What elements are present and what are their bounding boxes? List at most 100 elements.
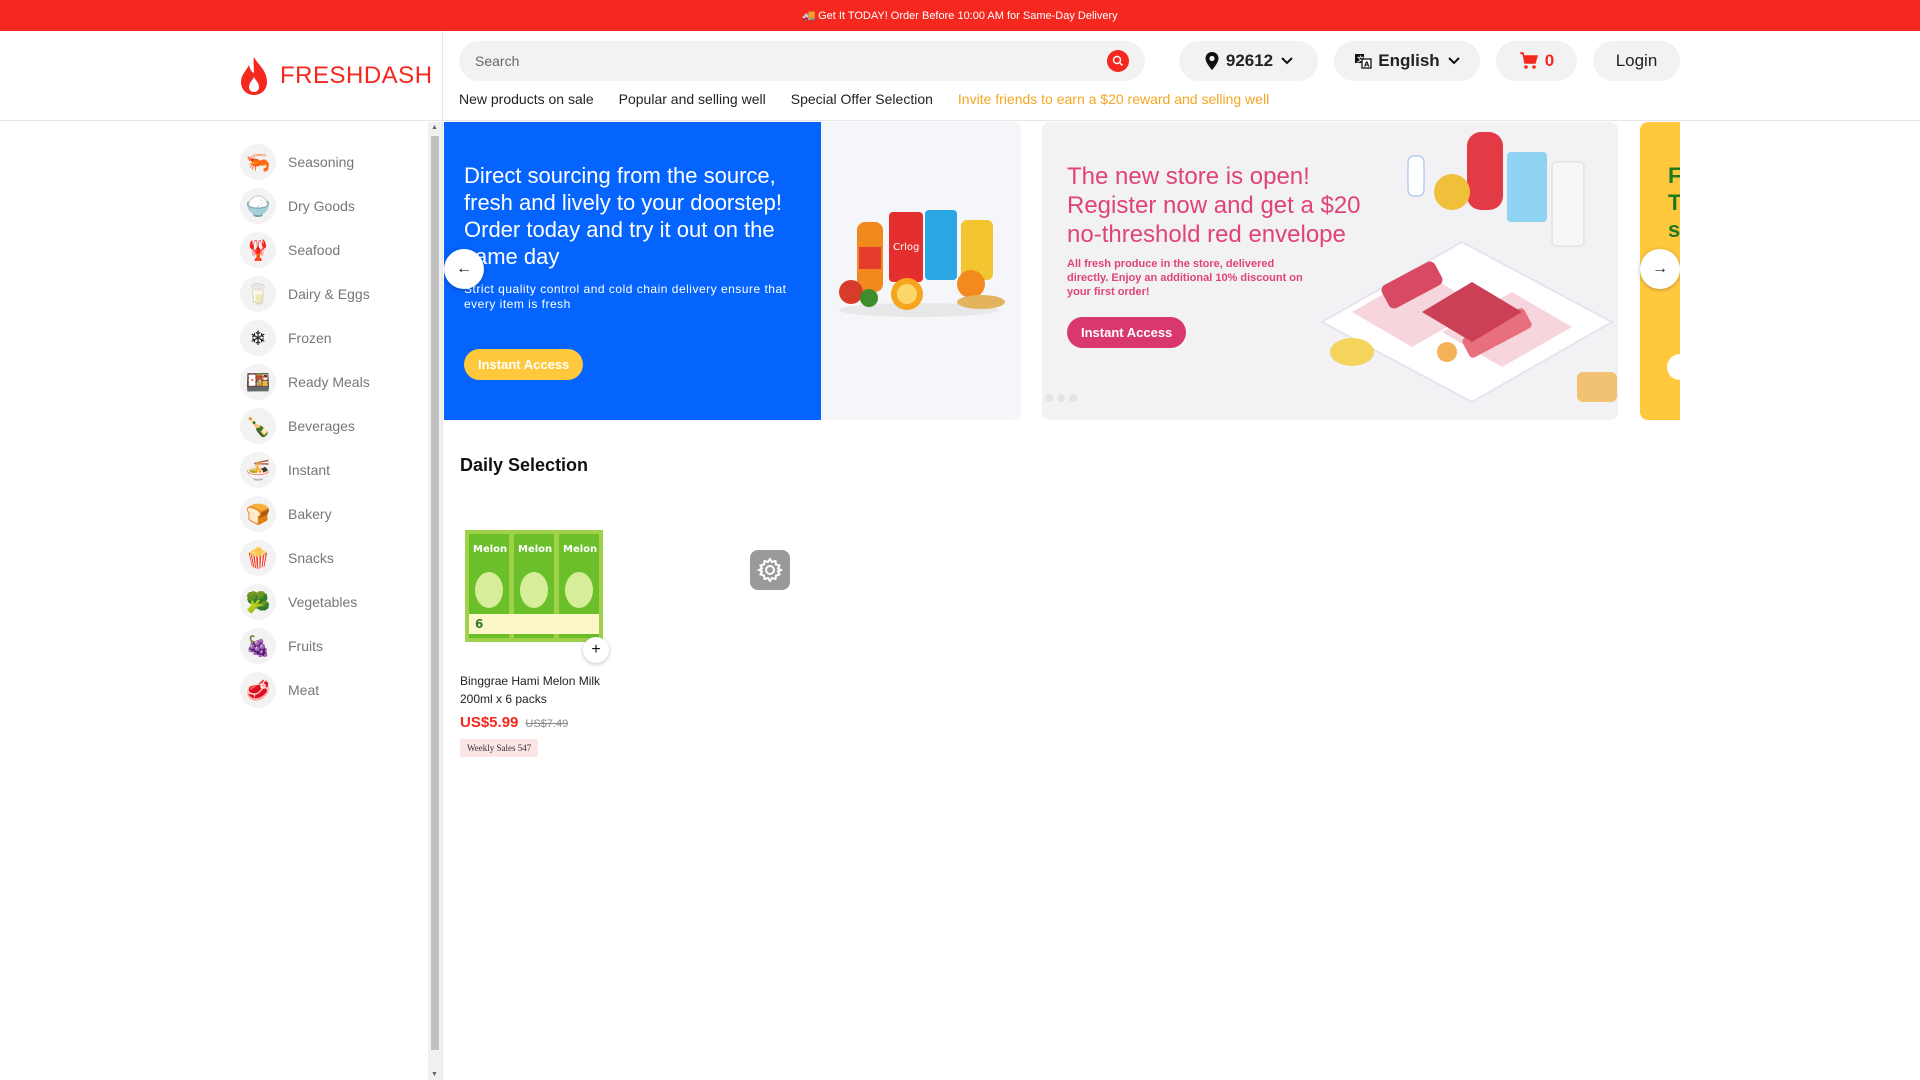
promo-carousel: Direct sourcing from the source, fresh a… — [444, 122, 1680, 420]
search-icon — [1112, 55, 1123, 66]
main-content: Direct sourcing from the source, fresh a… — [444, 122, 1920, 1080]
promo-banner-text: Get It TODAY! Order Before 10:00 AM for … — [818, 9, 1118, 22]
grocery-products-image: Crlog — [839, 210, 1005, 317]
category-label: Meat — [288, 682, 320, 698]
category-label: Snacks — [288, 550, 334, 566]
category-label: Bakery — [288, 506, 332, 522]
slide-2-instant-access-button[interactable]: Instant Access — [1067, 317, 1187, 348]
seafood-icon: 🦞 — [240, 232, 276, 268]
vegetables-icon: 🥦 — [240, 584, 276, 620]
category-meat[interactable]: 🥩 Meat — [240, 668, 370, 712]
delivery-truck-icon: 🚚 — [802, 10, 817, 22]
slide-1-headline: Direct sourcing from the source, fresh a… — [464, 163, 782, 269]
promo-banner: 🚚 Get It TODAY! Order Before 10:00 AM fo… — [0, 0, 1920, 31]
snacks-icon: 🍿 — [240, 540, 276, 576]
category-vegetables[interactable]: 🥦 Vegetables — [240, 580, 370, 624]
nav-new-products[interactable]: New products on sale — [459, 91, 594, 107]
category-instant[interactable]: 🍜 Instant — [240, 448, 370, 492]
carousel-dot[interactable] — [1057, 394, 1065, 402]
nav-popular[interactable]: Popular and selling well — [619, 91, 766, 107]
nav-special-offer[interactable]: Special Offer Selection — [791, 91, 933, 107]
search-bar[interactable]: Search — [459, 41, 1145, 81]
carousel-dot[interactable] — [1069, 394, 1077, 402]
category-label: Ready Meals — [288, 374, 370, 390]
category-snacks[interactable]: 🍿 Snacks — [240, 536, 370, 580]
ready-meals-icon: 🍱 — [240, 364, 276, 400]
category-dairy-eggs[interactable]: 🥛 Dairy & Eggs — [240, 272, 370, 316]
category-dry-goods[interactable]: 🍚 Dry Goods — [240, 184, 370, 228]
product-card[interactable]: Melon Melon Melon 6 + Binggrae Hami Melo… — [460, 512, 609, 757]
category-seasoning[interactable]: 🦐 Seasoning — [240, 140, 370, 184]
arrow-left-icon: ← — [456, 260, 472, 277]
fruits-icon: 🍇 — [240, 628, 276, 664]
carousel-prev-button[interactable]: ← — [444, 249, 484, 289]
slide-1-instant-access-button[interactable]: Instant Access — [464, 349, 584, 380]
translate-icon: 文A — [1355, 54, 1372, 69]
slide-3-button-partial[interactable] — [1667, 354, 1680, 380]
header-divider — [442, 31, 443, 121]
scrollbar-thumb[interactable] — [431, 136, 439, 1050]
category-ready-meals[interactable]: 🍱 Ready Meals — [240, 360, 370, 404]
category-label: Beverages — [288, 418, 355, 434]
zip-code: 92612 — [1225, 51, 1274, 70]
search-input[interactable]: Search — [475, 53, 1107, 69]
carousel-slide-2[interactable]: The new store is open! Register now and … — [1042, 122, 1618, 420]
category-list: 🦐 Seasoning 🍚 Dry Goods 🦞 Seafood 🥛 Dair… — [240, 140, 370, 712]
language-label: English — [1378, 51, 1440, 70]
category-sidebar: 🦐 Seasoning 🍚 Dry Goods 🦞 Seafood 🥛 Dair… — [0, 122, 428, 1080]
add-to-cart-button[interactable]: + — [583, 637, 609, 663]
cart-button[interactable]: 0 — [1496, 41, 1577, 81]
category-label: Seafood — [288, 242, 341, 258]
language-selector[interactable]: 文A English — [1334, 41, 1480, 81]
sidebar-scrollbar[interactable]: ▲ ▼ — [428, 122, 442, 1080]
category-label: Seasoning — [288, 154, 355, 170]
scroll-up-arrow-icon[interactable]: ▲ — [431, 124, 438, 131]
category-fruits[interactable]: 🍇 Fruits — [240, 624, 370, 668]
login-label: Login — [1615, 51, 1658, 70]
logo[interactable]: FRESHDASH — [238, 55, 433, 97]
location-selector[interactable]: 92612 — [1179, 41, 1318, 81]
chevron-down-icon — [1281, 57, 1293, 65]
gear-icon — [757, 557, 783, 583]
weekly-sales-badge: Weekly Sales 547 — [460, 739, 539, 757]
top-nav: New products on sale Popular and selling… — [459, 91, 1269, 107]
beverages-icon: 🍾 — [240, 408, 276, 444]
search-button[interactable] — [1107, 50, 1129, 72]
sidebar-divider — [442, 122, 443, 1080]
svg-text:Melon: Melon — [563, 544, 597, 555]
product-name[interactable]: Binggrae Hami Melon Milk 200ml x 6 packs — [460, 672, 608, 708]
category-label: Instant — [288, 462, 331, 478]
seasoning-icon: 🦐 — [240, 144, 276, 180]
slide-1-text-panel: Direct sourcing from the source, fresh a… — [444, 122, 821, 420]
product-prices: US$5.99 US$7.49 — [460, 714, 608, 731]
header: FRESHDASH Search 92612 文A English 0 Logi… — [0, 31, 1920, 121]
flame-logo-icon — [241, 57, 267, 95]
category-label: Dry Goods — [288, 198, 355, 214]
nav-invite-friends[interactable]: Invite friends to earn a $20 reward and … — [958, 91, 1269, 107]
category-frozen[interactable]: ❄ Frozen — [240, 316, 370, 360]
instant-noodles-icon: 🍜 — [240, 452, 276, 488]
product-old-price: US$7.49 — [525, 718, 569, 730]
bakery-icon: 🍞 — [240, 496, 276, 532]
chevron-down-icon — [1447, 57, 1460, 65]
dairy-icon: 🥛 — [240, 276, 276, 312]
product-price: US$5.99 — [460, 714, 519, 731]
melon-milk-package-image: Melon Melon Melon 6 — [465, 530, 603, 642]
scroll-down-arrow-icon[interactable]: ▼ — [431, 1071, 438, 1078]
category-label: Frozen — [288, 330, 332, 346]
category-beverages[interactable]: 🍾 Beverages — [240, 404, 370, 448]
category-seafood[interactable]: 🦞 Seafood — [240, 228, 370, 272]
carousel-slide-1[interactable]: Direct sourcing from the source, fresh a… — [444, 122, 1021, 420]
carousel-dot[interactable] — [1045, 394, 1053, 402]
settings-button[interactable] — [750, 550, 790, 590]
slide-1-subtext: Strict quality control and cold chain de… — [464, 282, 787, 311]
category-label: Fruits — [288, 638, 323, 654]
location-pin-icon — [1205, 52, 1219, 70]
category-label: Dairy & Eggs — [288, 286, 370, 302]
svg-text:Melon: Melon — [518, 544, 552, 555]
slide-2-subtext: All fresh produce in the store, delivere… — [1067, 258, 1303, 298]
product-image[interactable]: Melon Melon Melon 6 + — [460, 512, 609, 663]
category-bakery[interactable]: 🍞 Bakery — [240, 492, 370, 536]
login-button[interactable]: Login — [1593, 41, 1680, 81]
carousel-next-button[interactable]: → — [1640, 249, 1680, 289]
